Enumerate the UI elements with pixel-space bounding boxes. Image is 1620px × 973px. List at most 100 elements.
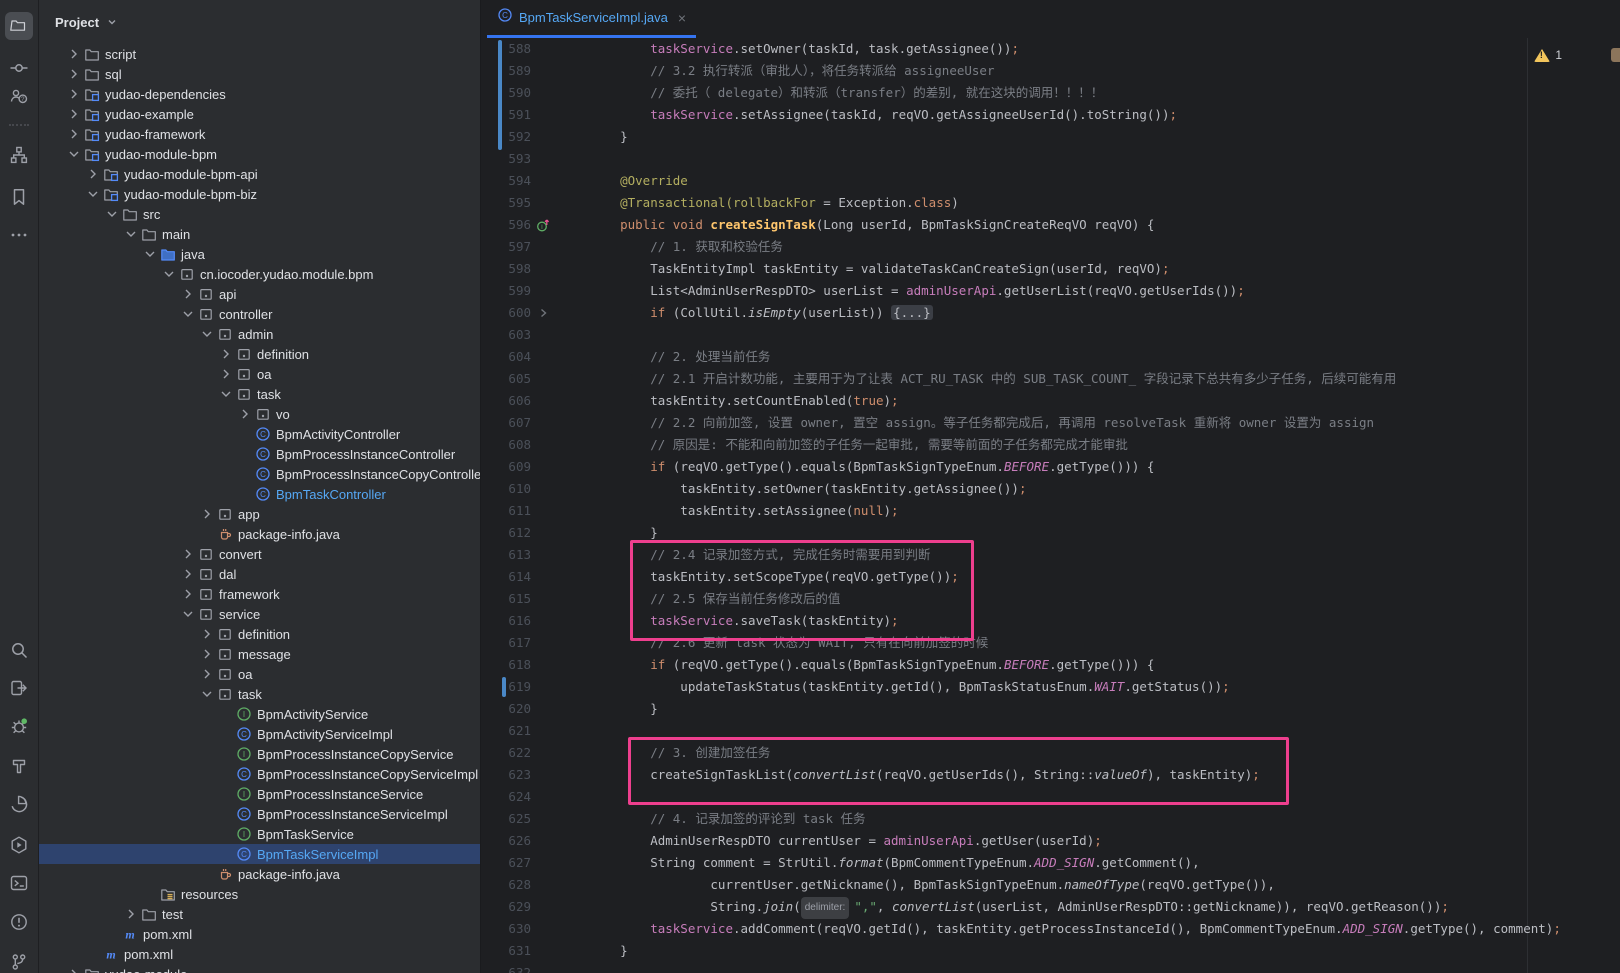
chevron-right-icon[interactable] <box>65 86 82 102</box>
tree-item-bpmactivityservice[interactable]: IBpmActivityService <box>39 704 480 724</box>
code-with-me-icon[interactable]: ? <box>5 82 33 110</box>
line-number[interactable]: 623 <box>481 764 531 786</box>
chevron-right-icon[interactable] <box>65 46 82 62</box>
tree-item-bpmactivitycontroller[interactable]: CBpmActivityController <box>39 424 480 444</box>
code-line[interactable]: 617 // 2.6 更新 task 状态为 WAIT, 只有在向前加签的时候 <box>481 632 1620 654</box>
search-icon[interactable] <box>5 636 33 664</box>
chevron-right-icon[interactable] <box>198 646 215 662</box>
line-number[interactable]: 610 <box>481 478 531 500</box>
tree-item-admin[interactable]: admin <box>39 324 480 344</box>
code-line[interactable]: 629 String.join(delimiter:",", convertLi… <box>481 896 1620 918</box>
code-line[interactable]: 620 } <box>481 698 1620 720</box>
line-number[interactable]: 607 <box>481 412 531 434</box>
fold-collapsed-icon[interactable] <box>531 302 555 324</box>
line-number[interactable]: 593 <box>481 148 531 170</box>
code-line[interactable]: 598 TaskEntityImpl taskEntity = validate… <box>481 258 1620 280</box>
line-number[interactable]: 614 <box>481 566 531 588</box>
code-line[interactable]: 616 taskService.saveTask(taskEntity); <box>481 610 1620 632</box>
tree-item-pom-xml[interactable]: mpom.xml <box>39 944 480 964</box>
code-line[interactable]: 597 // 1. 获取和校验任务 <box>481 236 1620 258</box>
chevron-right-icon[interactable] <box>84 166 101 182</box>
line-number[interactable]: 597 <box>481 236 531 258</box>
code-line[interactable]: 627 String comment = StrUtil.format(BpmC… <box>481 852 1620 874</box>
chevron-down-icon[interactable] <box>141 246 158 262</box>
chevron-right-icon[interactable] <box>198 626 215 642</box>
code-line[interactable]: 589 // 3.2 执行转派（审批人），将任务转派给 assigneeUser <box>481 60 1620 82</box>
tree-item-sql[interactable]: sql <box>39 64 480 84</box>
line-number[interactable]: 592 <box>481 126 531 148</box>
chevron-down-icon[interactable] <box>217 386 234 402</box>
chevron-right-icon[interactable] <box>179 566 196 582</box>
code-line[interactable]: 615 // 2.5 保存当前任务修改后的值 <box>481 588 1620 610</box>
profiler-icon[interactable] <box>5 790 33 818</box>
tree-item-yudao-module-[interactable]: yudao-module-… <box>39 964 480 973</box>
code-line[interactable]: 631 } <box>481 940 1620 962</box>
line-number[interactable]: 619 <box>481 676 531 698</box>
tree-item-package-info-java[interactable]: package-info.java <box>39 864 480 884</box>
code-line[interactable]: 596I public void createSignTask(Long use… <box>481 214 1620 236</box>
code-line[interactable]: 608 // 原因是: 不能和向前加签的子任务一起审批, 需要等前面的子任务都完… <box>481 434 1620 456</box>
code-line[interactable]: 607 // 2.2 向前加签, 设置 owner, 置空 assign。等子任… <box>481 412 1620 434</box>
code-line[interactable]: 592 } <box>481 126 1620 148</box>
code-line[interactable]: 603 <box>481 324 1620 346</box>
tree-item-bpmprocessinstancecopyserviceimpl[interactable]: CBpmProcessInstanceCopyServiceImpl <box>39 764 480 784</box>
build-icon[interactable] <box>5 752 33 780</box>
chevron-right-icon[interactable] <box>65 66 82 82</box>
chevron-down-icon[interactable] <box>65 146 82 162</box>
line-number[interactable]: 615 <box>481 588 531 610</box>
code-line[interactable]: 588 taskService.setOwner(taskId, task.ge… <box>481 38 1620 60</box>
tree-item-task[interactable]: task <box>39 684 480 704</box>
project-folder-icon[interactable] <box>5 12 33 40</box>
chevron-right-icon[interactable] <box>65 106 82 122</box>
chevron-down-icon[interactable] <box>179 606 196 622</box>
tree-item-bpmprocessinstancecopycontroller[interactable]: CBpmProcessInstanceCopyController <box>39 464 480 484</box>
code-line[interactable]: 625 // 4. 记录加签的评论到 task 任务 <box>481 808 1620 830</box>
code-line[interactable]: 610 taskEntity.setOwner(taskEntity.getAs… <box>481 478 1620 500</box>
project-panel-header[interactable]: Project <box>39 0 480 44</box>
tree-item-bpmtaskcontroller[interactable]: CBpmTaskController <box>39 484 480 504</box>
inspections-widget[interactable]: 1 <box>1534 48 1562 62</box>
tree-item-dal[interactable]: dal <box>39 564 480 584</box>
code-line[interactable]: 614 taskEntity.setScopeType(reqVO.getTyp… <box>481 566 1620 588</box>
line-number[interactable]: 621 <box>481 720 531 742</box>
tree-item-yudao-module-bpm-api[interactable]: yudao-module-bpm-api <box>39 164 480 184</box>
debug-icon[interactable] <box>5 712 33 740</box>
editor-tab-bpmtaskserviceimpl[interactable]: C BpmTaskServiceImpl.java × <box>487 0 696 38</box>
tab-close-icon[interactable]: × <box>678 10 686 26</box>
chevron-down-icon[interactable] <box>84 186 101 202</box>
chevron-right-icon[interactable] <box>179 546 196 562</box>
line-number[interactable]: 590 <box>481 82 531 104</box>
tree-item-task[interactable]: task <box>39 384 480 404</box>
code-line[interactable]: 599 List<AdminUserRespDTO> userList = ad… <box>481 280 1620 302</box>
line-number[interactable]: 595 <box>481 192 531 214</box>
line-number[interactable]: 609 <box>481 456 531 478</box>
tree-item-bpmactivityserviceimpl[interactable]: CBpmActivityServiceImpl <box>39 724 480 744</box>
chevron-down-icon[interactable] <box>122 226 139 242</box>
line-number[interactable]: 631 <box>481 940 531 962</box>
tree-item-oa[interactable]: oa <box>39 664 480 684</box>
code-line[interactable]: 606 taskEntity.setCountEnabled(true); <box>481 390 1620 412</box>
line-number[interactable]: 604 <box>481 346 531 368</box>
chevron-right-icon[interactable] <box>122 906 139 922</box>
tree-item-oa[interactable]: oa <box>39 364 480 384</box>
chevron-right-icon[interactable] <box>217 346 234 362</box>
tree-item-vo[interactable]: vo <box>39 404 480 424</box>
tree-item-main[interactable]: main <box>39 224 480 244</box>
tree-item-test[interactable]: test <box>39 904 480 924</box>
chevron-right-icon[interactable] <box>217 366 234 382</box>
line-number[interactable]: 611 <box>481 500 531 522</box>
code-editor[interactable]: 588 taskService.setOwner(taskId, task.ge… <box>481 38 1620 973</box>
line-number[interactable]: 599 <box>481 280 531 302</box>
tree-item-yudao-example[interactable]: yudao-example <box>39 104 480 124</box>
chevron-right-icon[interactable] <box>65 966 82 973</box>
code-line[interactable]: 624 <box>481 786 1620 808</box>
terminal-icon[interactable] <box>5 869 33 897</box>
chevron-right-icon[interactable] <box>236 406 253 422</box>
chevron-down-icon[interactable] <box>179 306 196 322</box>
line-number[interactable]: 625 <box>481 808 531 830</box>
code-line[interactable]: 621 <box>481 720 1620 742</box>
tree-item-api[interactable]: api <box>39 284 480 304</box>
code-line[interactable]: 630 taskService.addComment(reqVO.getId()… <box>481 918 1620 940</box>
chevron-right-icon[interactable] <box>198 506 215 522</box>
tree-item-resources[interactable]: resources <box>39 884 480 904</box>
